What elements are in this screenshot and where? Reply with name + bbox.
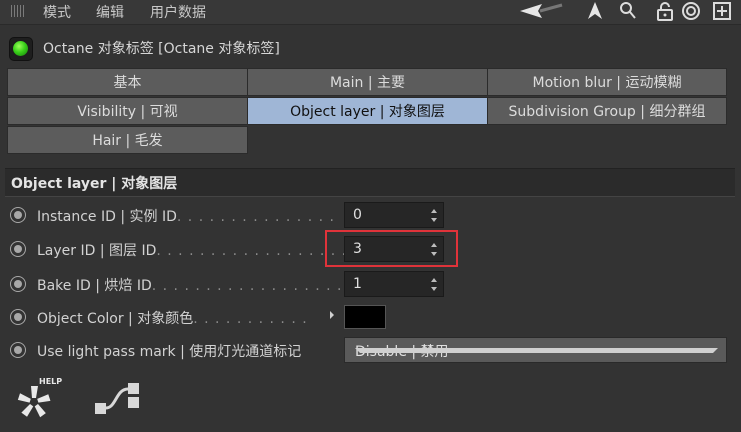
spinner-arrows-icon[interactable] [431,278,437,292]
chevron-down-icon [355,348,718,353]
instance-id-label: Instance ID | 实例 ID [37,209,177,225]
bake-id-row: Bake ID | 烘焙 ID. . . . . . . . . . . . .… [0,269,741,299]
back-arrow-icon[interactable] [518,0,564,22]
expand-arrow-icon[interactable] [330,311,334,319]
dot-leader: . . . . . . . . . . . . . . . . . . [151,278,343,294]
target-icon[interactable] [679,0,703,22]
grip-icon[interactable] [11,5,25,17]
menu-mode[interactable]: 模式 [43,2,71,22]
menu-bar: 模式 编辑 用户数据 [0,0,741,25]
tab-object-layer[interactable]: Object layer | 对象图层 [247,97,488,125]
object-color-swatch[interactable] [344,305,386,329]
tab-basic[interactable]: 基本 [7,68,248,96]
dot-leader: . . . . . . . . . . . . . . . . . . [156,243,348,259]
bake-id-input[interactable]: 1 [344,271,444,297]
light-pass-row: Use light pass mark | 使用灯光通道标记 Disable |… [0,335,741,365]
spinner-arrows-icon[interactable] [431,209,437,223]
instance-id-input[interactable]: 0 [344,202,444,228]
instance-id-row: Instance ID | 实例 ID. . . . . . . . . . .… [0,200,741,230]
octane-help-icon[interactable] [14,380,60,422]
animate-radio-icon[interactable] [10,207,26,223]
layer-id-label: Layer ID | 图层 ID [37,243,157,259]
menu-edit[interactable]: 编辑 [96,2,124,22]
animate-radio-icon[interactable] [10,309,26,325]
tab-subdivision-group[interactable]: Subdivision Group | 细分群组 [487,97,727,125]
animate-radio-icon[interactable] [10,342,26,358]
dot-leader: . . . . . . . . . . . . . . . [176,209,335,225]
tab-visibility[interactable]: Visibility | 可视 [7,97,248,125]
light-pass-dropdown[interactable]: Disable | 禁用 [344,337,727,363]
cursor-arrow-icon[interactable] [584,0,606,22]
section-title: Object layer | 对象图层 [11,176,178,192]
dot-leader: . . . . . . . . . . . [193,311,308,327]
light-pass-label: Use light pass mark | 使用灯光通道标记 [37,344,302,360]
node-editor-icon[interactable] [92,381,142,419]
bake-id-label: Bake ID | 烘焙 ID [37,278,152,294]
object-tag-title: Octane 对象标签 [Octane 对象标签] [43,41,280,57]
search-icon[interactable] [618,0,638,22]
object-tag-header: Octane 对象标签 [Octane 对象标签] [0,34,741,62]
tag-status-icon [9,37,33,61]
menu-user-data[interactable]: 用户数据 [150,2,206,22]
tab-hair[interactable]: Hair | 毛发 [7,126,248,154]
help-label: HELP [39,377,63,386]
tab-motion-blur[interactable]: Motion blur | 运动模糊 [487,68,727,96]
section-header: Object layer | 对象图层 [5,168,735,197]
bake-id-value: 1 [353,276,362,292]
highlight-box [325,230,458,267]
object-color-label: Object Color | 对象颜色 [37,311,194,327]
add-icon[interactable] [710,0,734,22]
animate-radio-icon[interactable] [10,241,26,257]
animate-radio-icon[interactable] [10,276,26,292]
object-color-row: Object Color | 对象颜色. . . . . . . . . . . [0,302,741,332]
instance-id-value: 0 [353,207,362,223]
tab-main[interactable]: Main | 主要 [247,68,488,96]
lock-icon[interactable] [654,0,676,22]
